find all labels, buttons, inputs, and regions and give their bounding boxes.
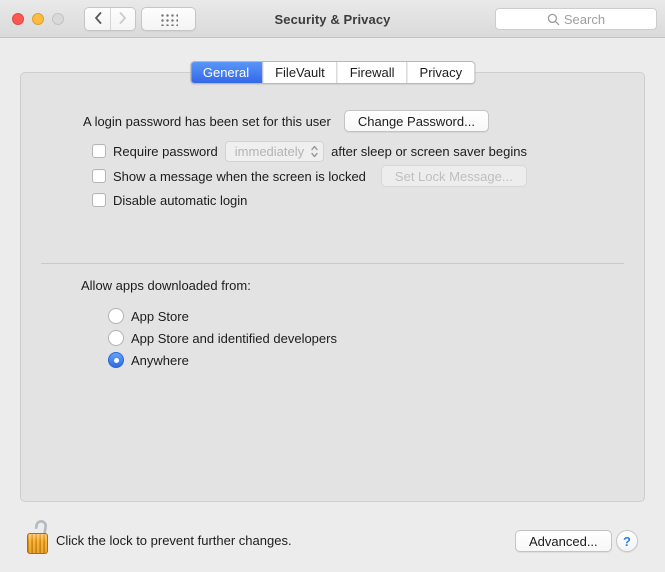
question-mark-icon: ? — [623, 533, 631, 549]
content-panel: A login password has been set for this u… — [20, 72, 645, 502]
radio-anywhere[interactable] — [108, 352, 124, 368]
tab-general[interactable]: General — [190, 62, 263, 83]
radio-row-anywhere: Anywhere — [108, 351, 189, 369]
radio-app-store-label: App Store — [131, 308, 189, 324]
show-message-checkbox[interactable] — [92, 169, 106, 183]
up-down-chevrons-icon — [311, 145, 318, 158]
disable-auto-login-checkbox[interactable] — [92, 193, 106, 207]
radio-anywhere-label: Anywhere — [131, 352, 189, 368]
radio-app-store[interactable] — [108, 308, 124, 324]
lock-button[interactable] — [26, 519, 50, 555]
password-delay-value: immediately — [234, 143, 305, 159]
titlebar: Security & Privacy Search — [0, 0, 665, 38]
password-status-row: A login password has been set for this u… — [83, 109, 489, 133]
advanced-button[interactable]: Advanced... — [515, 530, 612, 552]
disable-auto-login-label: Disable automatic login — [113, 192, 248, 208]
search-placeholder: Search — [563, 11, 606, 27]
require-password-row: Require password immediately after sleep… — [92, 140, 527, 162]
allow-apps-heading-row: Allow apps downloaded from: — [81, 276, 251, 294]
lock-hint-text: Click the lock to prevent further change… — [56, 533, 292, 548]
magnifier-icon — [547, 13, 560, 26]
radio-row-identified-developers: App Store and identified developers — [108, 329, 337, 347]
search-input[interactable]: Search — [495, 8, 657, 30]
tab-filevault[interactable]: FileVault — [262, 62, 337, 83]
security-privacy-window: Security & Privacy Search General FileVa… — [0, 0, 665, 572]
show-message-label: Show a message when the screen is locked — [113, 168, 366, 184]
help-button[interactable]: ? — [616, 530, 638, 552]
change-password-button[interactable]: Change Password... — [343, 110, 489, 132]
open-padlock-body-icon — [27, 533, 48, 554]
require-password-label: Require password — [113, 143, 218, 159]
password-delay-dropdown[interactable]: immediately — [224, 140, 325, 162]
password-status-text: A login password has been set for this u… — [83, 113, 331, 129]
auto-login-row: Disable automatic login — [92, 190, 247, 210]
after-sleep-label: after sleep or screen saver begins — [331, 143, 527, 159]
tab-firewall[interactable]: Firewall — [336, 62, 407, 83]
radio-identified-developers-label: App Store and identified developers — [131, 330, 337, 346]
allow-apps-heading: Allow apps downloaded from: — [81, 277, 251, 293]
section-divider — [41, 263, 624, 264]
tab-bar: General FileVault Firewall Privacy — [189, 61, 476, 84]
set-lock-message-button[interactable]: Set Lock Message... — [380, 165, 527, 187]
radio-row-app-store: App Store — [108, 307, 189, 325]
tab-privacy[interactable]: Privacy — [406, 62, 475, 83]
lock-message-row: Show a message when the screen is locked… — [92, 165, 527, 187]
radio-identified-developers[interactable] — [108, 330, 124, 346]
require-password-checkbox[interactable] — [92, 144, 106, 158]
